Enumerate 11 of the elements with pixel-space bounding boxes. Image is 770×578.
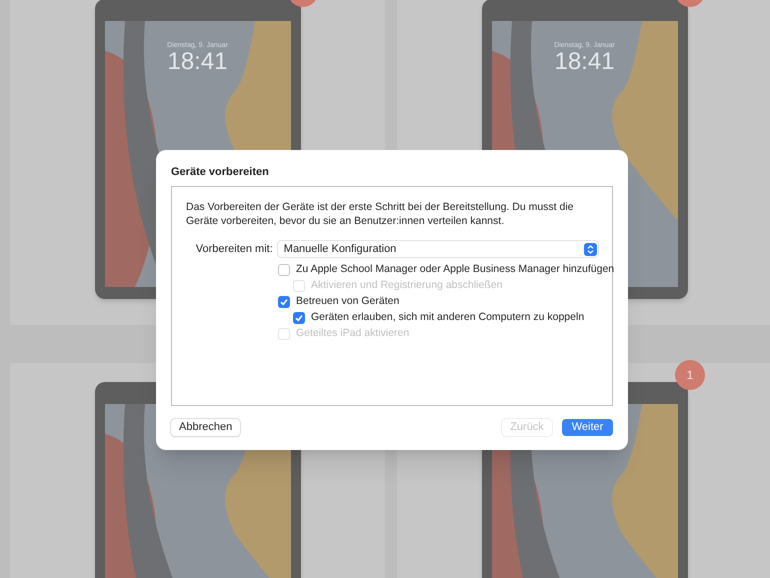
checkbox-label: Zu Apple School Manager oder Apple Business Manager hinzufügen xyxy=(296,262,614,277)
checkbox-label: Geteiltes iPad aktivieren xyxy=(296,326,410,341)
checkbox-label: Betreuen von Geräten xyxy=(296,294,400,309)
notification-badge: 1 xyxy=(675,360,705,390)
description-text: Das Vorbereiten der Geräte ist der erste Schritt bei der Bereitstellung. Du musst die Geräte vorbereiten, bevor du sie an Benutzer:innen verteilen kannst. xyxy=(186,200,575,228)
lock-screen-time: 18:41 xyxy=(553,48,616,76)
prepare-with-label: Vorbereiten mit: xyxy=(194,242,273,257)
lock-screen-time: 18:41 xyxy=(166,48,229,76)
dialog-title: Geräte vorbereiten xyxy=(171,165,270,180)
checkbox-label: Aktivieren und Registrierung abschließen xyxy=(311,278,502,293)
checkbox-label: Geräten erlauben, sich mit anderen Computern zu koppeln xyxy=(311,310,584,325)
